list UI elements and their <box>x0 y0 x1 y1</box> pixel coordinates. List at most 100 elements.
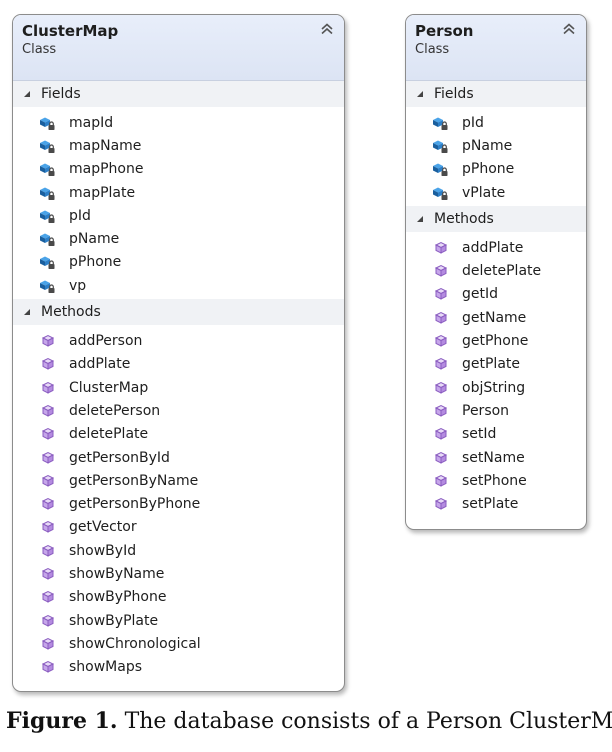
method-item[interactable]: addPlate <box>406 236 586 259</box>
method-item[interactable]: getPersonByPhone <box>13 492 344 515</box>
field-item[interactable]: mapPlate <box>13 181 344 204</box>
method-item[interactable]: getPhone <box>406 329 586 352</box>
member-name: vp <box>69 277 87 294</box>
private-field-icon <box>40 210 55 223</box>
member-name: mapName <box>69 137 142 154</box>
method-item[interactable]: deletePerson <box>13 399 344 422</box>
method-item[interactable]: showByPhone <box>13 586 344 609</box>
member-name: getVector <box>69 519 137 536</box>
field-item[interactable]: pPhone <box>406 158 586 181</box>
private-field-icon <box>40 280 55 293</box>
member-name: deletePerson <box>69 402 161 419</box>
private-field-icon <box>40 256 55 270</box>
member-name: getPersonById <box>69 449 170 466</box>
class-box-person[interactable]: Person Class Fields pId pName pPhone vPlate… <box>405 14 587 530</box>
method-item[interactable]: getId <box>406 283 586 306</box>
private-field-icon <box>40 187 55 200</box>
fields-label: Fields <box>41 86 81 102</box>
method-item[interactable]: getPlate <box>406 353 586 376</box>
method-item[interactable]: addPerson <box>13 329 344 352</box>
member-name: showByName <box>69 565 165 582</box>
fields-list: mapId mapName mapPhone mapPlate pId pName pPho… <box>13 107 344 299</box>
field-item[interactable]: pPhone <box>13 251 344 274</box>
collapse-triangle-icon[interactable] <box>416 90 424 98</box>
collapse-triangle-icon[interactable] <box>416 215 424 223</box>
method-item[interactable]: setPhone <box>406 469 586 492</box>
method-item[interactable]: showByName <box>13 562 344 585</box>
field-item[interactable]: pName <box>13 227 344 250</box>
class-header-clustermap[interactable]: ClusterMap Class <box>13 15 344 81</box>
private-field-icon <box>40 233 55 247</box>
method-item[interactable]: getPersonById <box>13 446 344 469</box>
field-item[interactable]: pName <box>406 134 586 157</box>
method-item[interactable]: showById <box>13 539 344 562</box>
method-item[interactable]: setName <box>406 446 586 469</box>
method-cube-icon <box>41 474 55 487</box>
field-item[interactable]: vp <box>13 274 344 297</box>
double-chevron-up-icon[interactable] <box>320 22 334 36</box>
member-name: ClusterMap <box>69 379 149 396</box>
fields-compartment-header[interactable]: Fields <box>13 81 344 107</box>
figure-caption: Figure 1. The database consists of a Per… <box>6 708 612 734</box>
method-item[interactable]: showByPlate <box>13 609 344 632</box>
private-field-icon <box>40 163 55 177</box>
fields-compartment-header[interactable]: Fields <box>406 81 586 107</box>
member-name: pName <box>69 231 120 248</box>
field-item[interactable]: vPlate <box>406 181 586 204</box>
method-cube-icon <box>434 241 448 254</box>
method-cube-icon <box>41 567 55 580</box>
method-item[interactable]: showMaps <box>13 656 344 679</box>
field-item[interactable]: mapPhone <box>13 158 344 181</box>
methods-label: Methods <box>41 304 101 321</box>
method-item[interactable]: getVector <box>13 516 344 539</box>
method-cube-icon <box>41 498 55 510</box>
field-item[interactable]: mapId <box>13 111 344 134</box>
methods-compartment-header[interactable]: Methods <box>406 206 586 233</box>
field-item[interactable]: pId <box>406 111 586 134</box>
private-field-icon <box>433 117 448 130</box>
private-field-icon <box>433 140 448 153</box>
method-item[interactable]: ClusterMap <box>13 376 344 399</box>
method-cube-icon <box>434 428 448 441</box>
method-item[interactable]: setPlate <box>406 492 586 515</box>
class-box-clustermap[interactable]: ClusterMap Class Fields mapId mapName mapP… <box>12 14 345 692</box>
private-field-icon <box>433 187 448 200</box>
member-name: mapId <box>69 114 114 131</box>
member-name: pName <box>462 137 513 154</box>
member-name: showMaps <box>69 659 143 676</box>
field-item[interactable]: pId <box>13 204 344 227</box>
class-header-person[interactable]: Person Class <box>406 15 586 81</box>
method-cube-icon <box>434 381 448 394</box>
method-item[interactable]: getName <box>406 306 586 329</box>
method-cube-icon <box>434 474 448 487</box>
method-item[interactable]: Person <box>406 399 586 422</box>
method-item[interactable]: objString <box>406 376 586 399</box>
method-item[interactable]: setId <box>406 423 586 446</box>
method-cube-icon <box>434 334 448 347</box>
field-item[interactable]: mapName <box>13 134 344 157</box>
method-cube-icon <box>434 358 448 371</box>
methods-compartment-header[interactable]: Methods <box>13 299 344 326</box>
member-name: addPlate <box>462 239 524 256</box>
method-item[interactable]: deletePlate <box>406 259 586 282</box>
method-cube-icon <box>41 521 55 534</box>
method-cube-icon <box>434 451 448 464</box>
double-chevron-up-icon[interactable] <box>562 22 576 36</box>
method-item[interactable]: showChronological <box>13 632 344 655</box>
method-cube-icon <box>434 265 448 277</box>
class-title: ClusterMap <box>22 22 119 40</box>
member-name: addPerson <box>69 333 143 350</box>
member-name: getId <box>462 286 499 303</box>
method-item[interactable]: deletePlate <box>13 423 344 446</box>
member-name: pPhone <box>69 254 122 271</box>
collapse-triangle-icon[interactable] <box>23 90 31 98</box>
member-name: getPersonByName <box>69 472 199 489</box>
method-item[interactable]: getPersonByName <box>13 469 344 492</box>
member-name: getPhone <box>462 333 529 350</box>
method-item[interactable]: addPlate <box>13 353 344 376</box>
member-name: setId <box>462 426 497 443</box>
class-stereotype: Class <box>22 42 57 57</box>
method-cube-icon <box>41 637 55 650</box>
member-name: setPlate <box>462 496 519 513</box>
collapse-triangle-icon[interactable] <box>23 308 31 316</box>
